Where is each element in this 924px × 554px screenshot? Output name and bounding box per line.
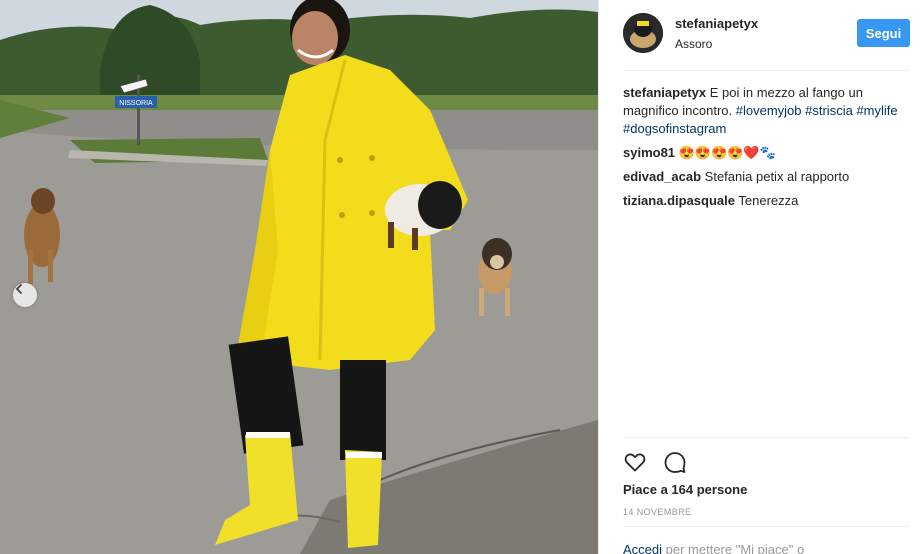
- caption: stefaniapetyx E poi in mezzo al fango un…: [623, 84, 913, 138]
- hashtag-lovemyjob[interactable]: #lovemyjob: [736, 103, 802, 118]
- login-text: per mettere "Mi piace" o: [662, 542, 805, 554]
- hashtag-dogsofinstagram[interactable]: #dogsofinstagram: [623, 121, 726, 136]
- comment-username[interactable]: tiziana.dipasquale: [623, 193, 735, 208]
- post-side-panel: stefaniapetyx Assoro Segui stefaniapetyx…: [598, 0, 924, 554]
- header-username[interactable]: stefaniapetyx: [675, 16, 758, 31]
- comment-item: tiziana.dipasquale Tenerezza: [623, 192, 913, 210]
- post-photo: NISSORIA: [0, 0, 598, 554]
- chevron-left-icon: [15, 284, 22, 294]
- hashtag-mylife[interactable]: #mylife: [856, 103, 897, 118]
- road-sign-text: NISSORIA: [119, 100, 153, 107]
- caption-username[interactable]: stefaniapetyx: [623, 85, 706, 100]
- post-date: 14 NOVEMBRE: [623, 507, 692, 517]
- comment-text: 😍😍😍😍❤️🐾: [678, 145, 776, 160]
- photo-scene: NISSORIA: [0, 0, 598, 554]
- post-header: stefaniapetyx Assoro Segui: [599, 0, 924, 70]
- like-button[interactable]: [623, 450, 647, 474]
- comment-username[interactable]: syimo81: [623, 145, 675, 160]
- comment-username[interactable]: edivad_acab: [623, 169, 701, 184]
- header-divider: [623, 70, 910, 71]
- login-link[interactable]: Accedi: [623, 542, 662, 554]
- comment-item: edivad_acab Stefania petix al rapporto: [623, 168, 913, 186]
- comment-item: syimo81 😍😍😍😍❤️🐾: [623, 144, 913, 162]
- login-divider: [623, 526, 910, 527]
- comment-icon: [664, 452, 686, 473]
- likes-count[interactable]: Piace a 164 persone: [623, 482, 747, 497]
- hashtag-striscia[interactable]: #striscia: [805, 103, 853, 118]
- header-location[interactable]: Assoro: [675, 37, 712, 51]
- login-prompt: Accedi per mettere "Mi piace" o: [623, 542, 804, 554]
- comment-text: Stefania petix al rapporto: [704, 169, 850, 184]
- follow-button[interactable]: Segui: [857, 19, 910, 47]
- comments-list: stefaniapetyx E poi in mezzo al fango un…: [623, 84, 913, 216]
- actions-divider: [623, 437, 910, 438]
- comment-button[interactable]: [663, 450, 687, 474]
- heart-icon: [624, 453, 646, 472]
- avatar[interactable]: [623, 13, 663, 53]
- carousel-prev-button[interactable]: [13, 283, 37, 307]
- comment-text: Tenerezza: [738, 193, 799, 208]
- avatar-image: [623, 13, 663, 53]
